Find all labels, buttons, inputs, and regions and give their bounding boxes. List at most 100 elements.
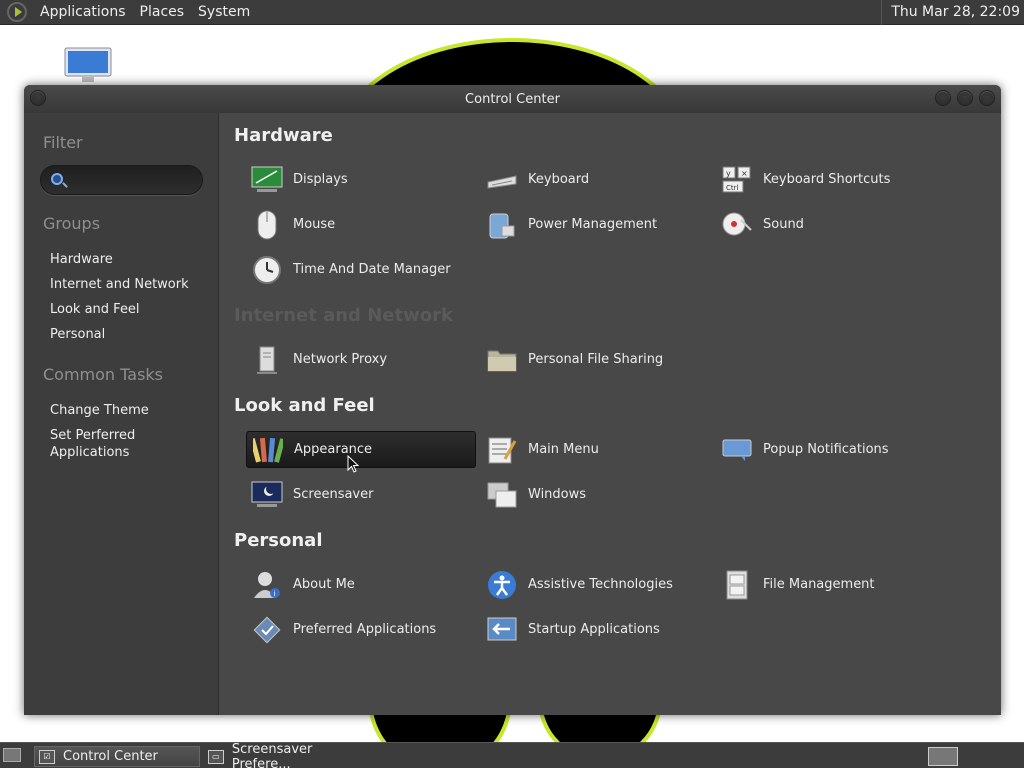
item-label: Assistive Technologies <box>528 577 673 592</box>
appearance-icon <box>252 434 284 466</box>
item-label: Popup Notifications <box>763 442 889 457</box>
keyboard-shortcuts-icon: y × Ctrl <box>721 164 753 196</box>
item-assistive-technologies[interactable]: Assistive Technologies <box>481 566 711 603</box>
section-title-look-and-feel: Look and Feel <box>234 395 375 416</box>
main-menu-icon <box>486 434 518 466</box>
item-label: Keyboard Shortcuts <box>763 172 891 187</box>
minimize-button[interactable] <box>935 90 951 106</box>
item-label: Keyboard <box>528 172 590 187</box>
preferred-apps-icon <box>251 614 283 646</box>
item-label: Main Menu <box>528 442 599 457</box>
group-link-look-and-feel[interactable]: Look and Feel <box>50 301 210 318</box>
maximize-button[interactable] <box>957 90 973 106</box>
item-label: Personal File Sharing <box>528 352 664 367</box>
clock-icon <box>251 254 283 286</box>
places-menu[interactable]: Places <box>133 4 192 20</box>
top-panel: Applications Places System Thu Mar 28, 2… <box>0 0 1024 25</box>
content-area: Hardware Displays Keyboard y × Ctrl Keyboa… <box>218 113 1001 715</box>
item-screensaver[interactable]: Screensaver <box>246 476 476 513</box>
windows-icon <box>486 479 518 511</box>
window-title: Control Center <box>465 92 560 107</box>
task-link-preferred-applications[interactable]: Set Perferred Applications <box>50 427 170 461</box>
item-label: Network Proxy <box>293 352 388 367</box>
item-label: Sound <box>763 217 804 232</box>
workspace-switcher[interactable] <box>928 747 958 766</box>
item-popup-notifications[interactable]: Popup Notifications <box>716 431 946 468</box>
svg-text:i: i <box>274 590 276 598</box>
system-menu[interactable]: System <box>191 4 257 20</box>
item-label: Startup Applications <box>528 622 660 637</box>
filter-heading: Filter <box>43 133 83 152</box>
search-icon <box>51 173 63 185</box>
group-link-internet-and-network[interactable]: Internet and Network <box>50 276 210 293</box>
groups-heading: Groups <box>43 214 101 233</box>
task-link-change-theme[interactable]: Change Theme <box>50 402 210 419</box>
taskbar-button-control-center[interactable]: ☑ Control Center <box>34 746 200 767</box>
section-title-hardware: Hardware <box>234 125 333 146</box>
item-mouse[interactable]: Mouse <box>246 206 476 243</box>
item-label: Screensaver <box>293 487 374 502</box>
item-network-proxy[interactable]: Network Proxy <box>246 341 476 378</box>
item-personal-file-sharing[interactable]: Personal File Sharing <box>481 341 711 378</box>
svg-text:×: × <box>741 169 748 178</box>
item-power-management[interactable]: Power Management <box>481 206 711 243</box>
taskbar-label: Screensaver Prefere... <box>231 741 313 768</box>
item-about-me[interactable]: i About Me <box>246 566 476 603</box>
item-label: Displays <box>293 172 348 187</box>
clock[interactable]: Thu Mar 28, 22:09 <box>881 0 1024 25</box>
item-label: About Me <box>293 577 355 592</box>
computer-desktop-icon[interactable] <box>64 47 112 85</box>
display-icon <box>251 164 283 196</box>
taskbar-button-screensaver-preferences[interactable]: ▭ Screensaver Prefere... <box>204 742 374 768</box>
item-keyboard-shortcuts[interactable]: y × Ctrl Keyboard Shortcuts <box>716 161 946 198</box>
svg-text:y: y <box>726 169 731 178</box>
item-label: File Management <box>763 577 875 592</box>
notification-icon <box>721 434 753 466</box>
item-label: Windows <box>528 487 587 502</box>
window-menu-button[interactable] <box>30 90 46 106</box>
sound-icon <box>721 209 753 241</box>
item-label: Appearance <box>294 442 373 457</box>
common-tasks-heading: Common Tasks <box>43 365 164 384</box>
item-label: Mouse <box>293 217 336 232</box>
show-desktop-icon[interactable] <box>3 748 21 762</box>
control-center-icon: ☑ <box>39 749 55 764</box>
item-sound[interactable]: Sound <box>716 206 946 243</box>
section-title-personal: Personal <box>234 530 323 551</box>
item-windows[interactable]: Windows <box>481 476 711 513</box>
close-button[interactable] <box>979 90 995 106</box>
distro-logo-icon[interactable] <box>7 2 27 22</box>
search-input[interactable] <box>40 165 203 195</box>
user-icon: i <box>251 569 283 601</box>
item-label: Preferred Applications <box>293 622 437 637</box>
window-titlebar[interactable]: Control Center <box>24 85 1001 113</box>
accessibility-icon <box>486 569 518 601</box>
taskbar-label: Control Center <box>63 749 158 764</box>
svg-text:Ctrl: Ctrl <box>726 184 739 192</box>
folder-share-icon <box>486 344 518 376</box>
file-cabinet-icon <box>721 569 753 601</box>
group-link-hardware[interactable]: Hardware <box>50 251 210 268</box>
power-management-icon <box>486 209 518 241</box>
startup-icon <box>486 614 518 646</box>
item-appearance[interactable]: Appearance <box>246 431 476 468</box>
mouse-cursor-icon <box>347 455 359 473</box>
screensaver-icon: ▭ <box>208 749 224 764</box>
keyboard-icon <box>486 164 518 196</box>
mouse-icon <box>251 209 283 241</box>
item-preferred-applications[interactable]: Preferred Applications <box>246 611 476 648</box>
applications-menu[interactable]: Applications <box>33 4 133 20</box>
item-displays[interactable]: Displays <box>246 161 476 198</box>
item-main-menu[interactable]: Main Menu <box>481 431 711 468</box>
item-label: Power Management <box>528 217 658 232</box>
sidebar: Filter Groups Hardware Internet and Netw… <box>24 113 218 715</box>
item-time-and-date-manager[interactable]: Time And Date Manager <box>246 251 476 288</box>
section-title-internet-and-network: Internet and Network <box>234 305 453 326</box>
item-keyboard[interactable]: Keyboard <box>481 161 711 198</box>
control-center-window: Control Center Filter Groups Hardware In… <box>24 85 1001 715</box>
screensaver-icon <box>251 479 283 511</box>
bottom-panel: ☑ Control Center ▭ Screensaver Prefere..… <box>0 742 1024 768</box>
item-file-management[interactable]: File Management <box>716 566 946 603</box>
item-startup-applications[interactable]: Startup Applications <box>481 611 711 648</box>
group-link-personal[interactable]: Personal <box>50 326 210 343</box>
